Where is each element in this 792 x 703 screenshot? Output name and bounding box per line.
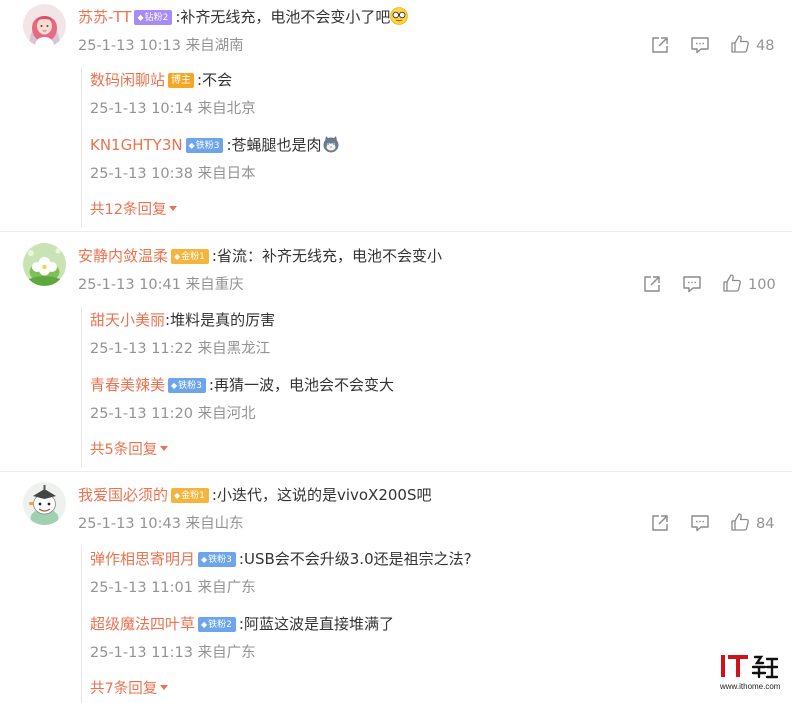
- diamond-icon: ◆: [201, 620, 208, 629]
- fan-badge: ◆铁粉3: [198, 552, 236, 567]
- avatar[interactable]: [23, 4, 66, 47]
- watermark-url: www.ithome.com: [720, 682, 781, 691]
- comment-icon: [683, 276, 701, 293]
- reply-meta: 25-1-13 10:14 来自北京: [90, 101, 256, 117]
- expand-replies-link[interactable]: 共7条回复: [90, 679, 169, 699]
- avatar[interactable]: [23, 482, 66, 525]
- badge-label: 金粉1: [181, 491, 205, 501]
- comment-meta: 25-1-13 10:43 来自山东: [78, 516, 244, 532]
- badge-label: 铁粉2: [208, 620, 232, 630]
- share-button[interactable]: [650, 513, 670, 533]
- reply-text: :阿蓝这波是直接堆满了: [238, 615, 394, 633]
- reply-meta: 25-1-13 11:01 来自广东: [90, 580, 256, 596]
- badge-label: 金粉1: [181, 252, 205, 262]
- reply-text: :苍蝇腿也是肉: [226, 136, 322, 154]
- share-button[interactable]: [650, 35, 670, 55]
- expand-replies-label: 共12条回复: [90, 202, 167, 218]
- username-link[interactable]: 我爱国必须的: [78, 486, 168, 504]
- badge-label: 铁粉3: [178, 381, 202, 391]
- expand-replies-link[interactable]: 共5条回复: [90, 440, 169, 460]
- reply-text: :堆料是真的厉害: [165, 311, 276, 329]
- divider: [0, 231, 792, 232]
- caret-down-icon: [169, 206, 178, 211]
- diamond-icon: ◆: [137, 13, 144, 22]
- like-button[interactable]: [730, 512, 750, 532]
- share-button[interactable]: [642, 274, 662, 294]
- comment-meta: 25-1-13 10:41 来自重庆: [78, 277, 244, 293]
- reply-line: 甜天小美丽:堆料是真的厉害: [90, 310, 275, 330]
- diamond-icon: ◆: [188, 141, 195, 150]
- diamond-icon: ◆: [201, 555, 208, 564]
- comment-text: :小迭代，这说的是vivoX200S吧: [211, 486, 432, 504]
- comment-line: 我爱国必须的 ◆金粉1:小迭代，这说的是vivoX200S吧: [78, 485, 432, 505]
- expand-replies-label: 共7条回复: [90, 681, 158, 697]
- badge-label: 铁粉3: [195, 141, 220, 151]
- fan-badge: ◆钻粉2: [134, 10, 173, 25]
- diamond-icon: ◆: [174, 491, 181, 500]
- comment-button[interactable]: [682, 274, 702, 294]
- username-link[interactable]: 安静内敛温柔: [78, 247, 168, 265]
- cat-emoji-icon: [322, 135, 340, 153]
- like-count: 84: [756, 516, 775, 532]
- diamond-icon: ◆: [174, 252, 181, 261]
- fan-badge: ◆金粉1: [171, 249, 209, 264]
- reply-text: :再猜一波，电池会不会变大: [208, 376, 394, 394]
- comment-text: :补齐无线充，电池不会变小了吧: [175, 8, 391, 26]
- reply-text: :USB会不会升级3.0还是祖宗之法?: [238, 550, 472, 568]
- comment-meta: 25-1-13 10:13 来自湖南: [78, 38, 244, 54]
- username-link[interactable]: 苏苏-TT: [78, 8, 131, 26]
- username-link[interactable]: 青春美辣美: [90, 376, 165, 394]
- username-link[interactable]: 数码闲聊站: [90, 71, 165, 89]
- comment-line: 安静内敛温柔 ◆金粉1:省流：补齐无线充，电池不会变小: [78, 246, 442, 266]
- fan-badge: ◆金粉1: [171, 488, 209, 503]
- thumbs-up-icon: [731, 513, 749, 531]
- share-icon: [644, 276, 660, 292]
- username-link[interactable]: 弹作相思寄明月: [90, 550, 195, 568]
- share-icon: [652, 37, 668, 53]
- username-link[interactable]: KN1GHTY3N: [90, 136, 183, 154]
- comment-text: :省流：补齐无线充，电池不会变小: [211, 247, 442, 265]
- share-icon: [652, 515, 668, 531]
- reply-line: 数码闲聊站 博主:不会: [90, 70, 232, 90]
- reply-meta: 25-1-13 11:22 来自黑龙江: [90, 341, 271, 357]
- reply-line: 超级魔法四叶草 ◆铁粉2:阿蓝这波是直接堆满了: [90, 614, 394, 634]
- reply-line: 弹作相思寄明月 ◆铁粉3:USB会不会升级3.0还是祖宗之法?: [90, 549, 472, 569]
- like-count: 100: [748, 277, 776, 293]
- thumbs-up-icon: [723, 274, 741, 292]
- caret-down-icon: [160, 446, 169, 451]
- comment-button[interactable]: [690, 513, 710, 533]
- glasses-emoji-icon: [390, 7, 409, 25]
- badge-label: 铁粉3: [208, 555, 232, 565]
- reply-line: KN1GHTY3N ◆铁粉3:苍蝇腿也是肉: [90, 135, 340, 155]
- thumbs-up-icon: [731, 35, 749, 53]
- reply-meta: 25-1-13 11:13 来自广东: [90, 645, 256, 661]
- badge-label: 钻粉2: [144, 13, 169, 23]
- reply-text: :不会: [197, 71, 233, 89]
- divider: [0, 471, 792, 472]
- fan-badge: ◆铁粉3: [168, 378, 206, 393]
- reply-meta: 25-1-13 11:20 来自河北: [90, 406, 256, 422]
- like-button[interactable]: [730, 34, 750, 54]
- comment-icon: [691, 37, 709, 54]
- comment-button[interactable]: [690, 35, 710, 55]
- username-link[interactable]: 甜天小美丽: [90, 311, 165, 329]
- like-button[interactable]: [722, 273, 742, 293]
- expand-replies-label: 共5条回复: [90, 442, 158, 458]
- like-count: 48: [756, 38, 775, 54]
- expand-replies-link[interactable]: 共12条回复: [90, 200, 178, 220]
- reply-line: 青春美辣美 ◆铁粉3:再猜一波，电池会不会变大: [90, 375, 394, 395]
- fan-badge: ◆铁粉2: [198, 617, 236, 632]
- blogger-badge: 博主: [168, 73, 195, 88]
- comment-icon: [691, 515, 709, 532]
- fan-badge: ◆铁粉3: [185, 138, 224, 153]
- username-link[interactable]: 超级魔法四叶草: [90, 615, 195, 633]
- comment-line: 苏苏-TT ◆钻粉2:补齐无线充，电池不会变小了吧: [78, 7, 409, 27]
- avatar[interactable]: [23, 243, 66, 286]
- reply-meta: 25-1-13 10:38 来自日本: [90, 166, 256, 182]
- diamond-icon: ◆: [171, 381, 178, 390]
- caret-down-icon: [160, 685, 169, 690]
